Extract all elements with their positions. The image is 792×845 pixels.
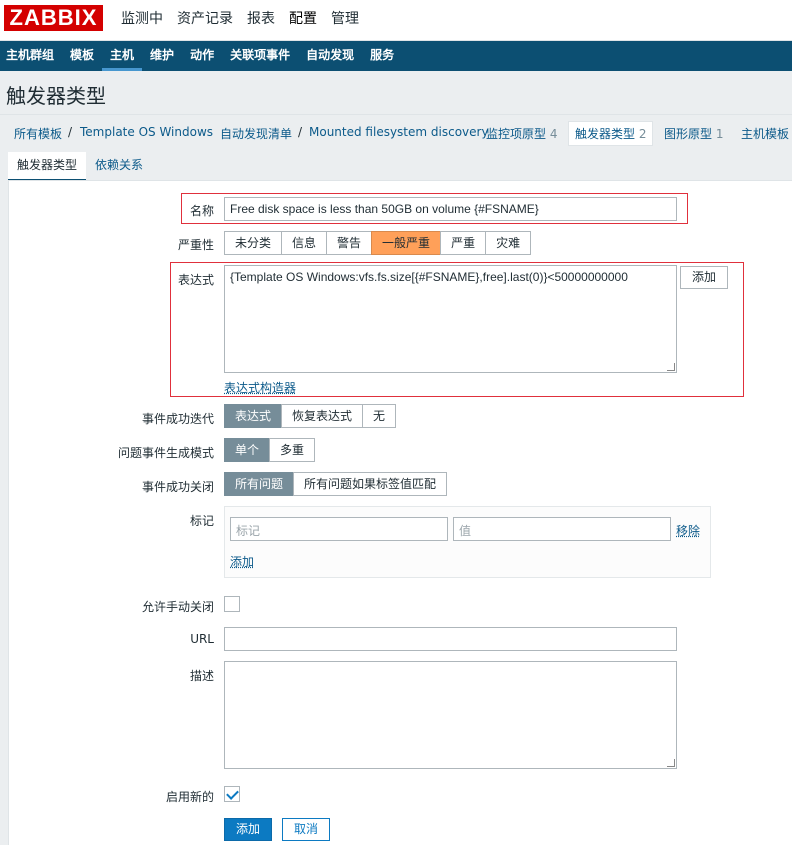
- expression-builder-link[interactable]: 表达式构造器: [224, 379, 296, 396]
- crumb-trigger-prototypes[interactable]: 触发器类型 2: [568, 121, 654, 146]
- tag-remove-link[interactable]: 移除: [676, 522, 700, 539]
- add-submit-button[interactable]: 添加: [224, 818, 272, 841]
- zabbix-logo[interactable]: ZABBIX: [4, 5, 103, 31]
- url-input[interactable]: [224, 627, 677, 651]
- tag-name-input[interactable]: 标记: [230, 517, 448, 541]
- crumb-item-prototypes-label: 监控项原型: [486, 127, 547, 141]
- nav-reports[interactable]: 报表: [240, 0, 282, 41]
- crumb-trigger-prototypes-count: 2: [638, 127, 647, 141]
- crumb-trigger-prototypes-label: 触发器类型: [575, 127, 636, 141]
- crumb-separator: /: [68, 125, 73, 139]
- manual-close-label: 允许手动关闭: [141, 600, 214, 614]
- severity-selector: 未分类 信息 警告 一般严重 严重 灾难: [224, 231, 532, 255]
- expression-text: {Template OS Windows:vfs.fs.size[{#FSNAM…: [230, 270, 628, 284]
- crumb-graph-prototypes[interactable]: 图形原型 1: [664, 125, 723, 142]
- page-title: 触发器类型: [6, 84, 106, 108]
- manual-close-checkbox[interactable]: [224, 596, 240, 612]
- crumb-item-prototypes-count: 4: [549, 127, 558, 141]
- name-label: 名称: [189, 204, 214, 218]
- expression-textarea[interactable]: {Template OS Windows:vfs.fs.size[{#FSNAM…: [224, 265, 677, 373]
- nav-monitoring[interactable]: 监测中: [114, 0, 170, 41]
- nav-administration[interactable]: 管理: [324, 0, 366, 41]
- severity-label: 严重性: [177, 238, 214, 252]
- description-label: 描述: [189, 669, 214, 683]
- tag-value-input[interactable]: 值: [453, 517, 671, 541]
- ok-close-selector: 所有问题 所有问题如果标签值匹配: [224, 472, 448, 496]
- tab-trigger-prototype[interactable]: 触发器类型: [8, 152, 87, 182]
- crumb-discovery-list[interactable]: 自动发现清单: [220, 125, 292, 142]
- crumb-graph-prototypes-count: 1: [715, 127, 724, 141]
- resize-grip-icon[interactable]: [667, 759, 675, 767]
- ok-event-generation-label: 事件成功迭代: [141, 412, 214, 426]
- problem-mode-single[interactable]: 单个: [224, 438, 271, 462]
- nav-inventory[interactable]: 资产记录: [170, 0, 240, 41]
- ok-close-label: 事件成功关闭: [141, 480, 214, 494]
- enabled-checkbox[interactable]: [224, 786, 240, 802]
- expression-add-button[interactable]: 添加: [680, 266, 728, 289]
- subnav-services[interactable]: 服务: [362, 41, 402, 71]
- expression-label: 表达式: [177, 273, 214, 287]
- problem-mode-label: 问题事件生成模式: [117, 446, 214, 460]
- description-textarea[interactable]: [224, 661, 677, 769]
- subnav-discovery[interactable]: 自动发现: [298, 41, 362, 71]
- top-header: ZABBIX 监测中 资产记录 报表 配置 管理: [0, 0, 792, 41]
- crumb-separator: /: [298, 125, 303, 139]
- severity-average[interactable]: 一般严重: [371, 231, 442, 255]
- crumb-host-templates[interactable]: 主机模板: [741, 125, 789, 142]
- crumb-item-prototypes[interactable]: 监控项原型 4: [486, 125, 557, 142]
- ok-event-generation-selector: 表达式 恢复表达式 无: [224, 404, 397, 428]
- severity-information[interactable]: 信息: [281, 231, 328, 255]
- crumb-template[interactable]: Template OS Windows: [80, 125, 213, 139]
- form-tabs: 触发器类型 依赖关系: [8, 152, 152, 182]
- ok-gen-recovery-expression[interactable]: 恢复表达式: [281, 404, 364, 428]
- main-nav: 监测中 资产记录 报表 配置 管理: [114, 0, 366, 41]
- tab-dependencies[interactable]: 依赖关系: [86, 152, 152, 182]
- name-input[interactable]: Free disk space is less than 50GB on vol…: [224, 197, 677, 221]
- sub-nav: 主机群组 模板 主机 维护 动作 关联项事件 自动发现 服务: [0, 41, 792, 71]
- crumb-discovery-rule[interactable]: Mounted filesystem discovery: [309, 125, 489, 139]
- problem-mode-multiple[interactable]: 多重: [269, 438, 316, 462]
- severity-not-classified[interactable]: 未分类: [224, 231, 283, 255]
- ok-close-all-problems[interactable]: 所有问题: [224, 472, 295, 496]
- subnav-event-correlation[interactable]: 关联项事件: [222, 41, 298, 71]
- nav-configuration[interactable]: 配置: [282, 0, 324, 41]
- ok-gen-expression[interactable]: 表达式: [224, 404, 283, 428]
- severity-high[interactable]: 严重: [440, 231, 487, 255]
- tag-add-link[interactable]: 添加: [230, 553, 254, 570]
- resize-grip-icon[interactable]: [667, 363, 675, 371]
- subnav-maintenance[interactable]: 维护: [142, 41, 182, 71]
- crumb-all-templates[interactable]: 所有模板: [14, 125, 62, 142]
- cancel-button[interactable]: 取消: [282, 818, 330, 841]
- crumb-graph-prototypes-label: 图形原型: [664, 127, 713, 141]
- url-label: URL: [190, 632, 214, 646]
- problem-mode-selector: 单个 多重: [224, 438, 316, 462]
- subnav-host-groups[interactable]: 主机群组: [0, 41, 62, 71]
- tags-label: 标记: [189, 514, 214, 528]
- ok-close-tag-match[interactable]: 所有问题如果标签值匹配: [293, 472, 448, 496]
- ok-gen-none[interactable]: 无: [362, 404, 397, 428]
- subnav-templates[interactable]: 模板: [62, 41, 102, 71]
- severity-disaster[interactable]: 灾难: [485, 231, 532, 255]
- subnav-actions[interactable]: 动作: [182, 41, 222, 71]
- subnav-hosts[interactable]: 主机: [102, 41, 143, 71]
- severity-warning[interactable]: 警告: [326, 231, 373, 255]
- enabled-label: 启用新的: [165, 790, 214, 804]
- breadcrumb: 所有模板 / Template OS Windows 自动发现清单 / Moun…: [0, 114, 792, 148]
